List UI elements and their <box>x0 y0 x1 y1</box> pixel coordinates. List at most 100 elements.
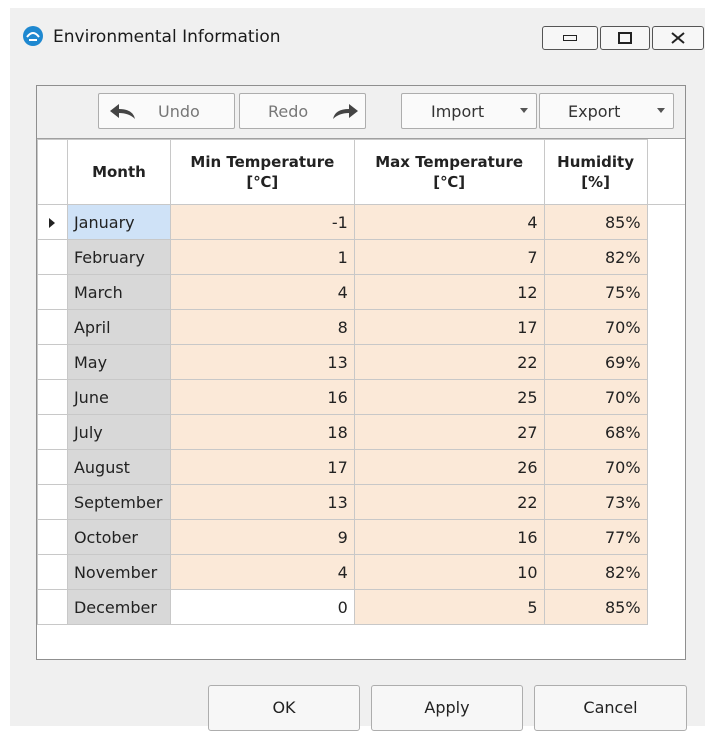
max-temperature-cell[interactable]: 27 <box>353 414 545 450</box>
max-temperature-column-header[interactable]: Max Temperature [℃] <box>353 139 545 205</box>
max-header-line1: Max Temperature <box>375 153 524 171</box>
min-temperature-cell[interactable]: 17 <box>169 449 355 485</box>
month-cell[interactable]: September <box>66 484 171 520</box>
humidity-cell[interactable]: 82% <box>543 239 648 275</box>
month-cell[interactable]: February <box>66 239 171 275</box>
month-cell[interactable]: November <box>66 554 171 590</box>
ok-button[interactable]: OK <box>208 685 360 731</box>
table-row[interactable]: May 13 22 69% <box>37 344 686 380</box>
min-temperature-cell[interactable]: 4 <box>169 554 355 590</box>
humidity-cell[interactable]: 85% <box>543 204 648 240</box>
min-temperature-cell[interactable]: 16 <box>169 379 355 415</box>
row-pointer-icon <box>49 218 55 228</box>
humidity-cell[interactable]: 70% <box>543 379 648 415</box>
humidity-cell[interactable]: 82% <box>543 554 648 590</box>
row-selector[interactable] <box>37 274 68 310</box>
month-cell[interactable]: May <box>66 344 171 380</box>
row-selector[interactable] <box>37 204 68 240</box>
min-temperature-cell[interactable]: 18 <box>169 414 355 450</box>
dropdown-arrow-icon <box>657 108 665 113</box>
apply-button[interactable]: Apply <box>371 685 523 731</box>
month-cell[interactable]: April <box>66 309 171 345</box>
humidity-cell[interactable]: 70% <box>543 449 648 485</box>
undo-arrow-icon <box>110 104 135 119</box>
month-cell[interactable]: August <box>66 449 171 485</box>
row-selector[interactable] <box>37 554 68 590</box>
max-temperature-cell[interactable]: 4 <box>353 204 545 240</box>
min-temperature-cell[interactable]: -1 <box>169 204 355 240</box>
month-cell[interactable]: June <box>66 379 171 415</box>
humidity-cell[interactable]: 85% <box>543 589 648 625</box>
row-selector[interactable] <box>37 484 68 520</box>
max-temperature-cell[interactable]: 17 <box>353 309 545 345</box>
export-label: Export <box>568 102 621 121</box>
import-dropdown[interactable]: Import <box>401 93 537 129</box>
min-temperature-cell[interactable]: 9 <box>169 519 355 555</box>
max-temperature-cell[interactable]: 7 <box>353 239 545 275</box>
max-temperature-cell[interactable]: 22 <box>353 344 545 380</box>
min-temperature-column-header[interactable]: Min Temperature [℃] <box>169 139 355 205</box>
max-temperature-cell[interactable]: 10 <box>353 554 545 590</box>
table-row[interactable]: November 4 10 82% <box>37 554 686 590</box>
humidity-cell[interactable]: 77% <box>543 519 648 555</box>
min-temperature-cell[interactable]: 13 <box>169 484 355 520</box>
window-title: Environmental Information <box>53 27 281 47</box>
row-selector[interactable] <box>37 414 68 450</box>
month-column-header[interactable]: Month <box>66 139 171 205</box>
min-temperature-cell[interactable]: 4 <box>169 274 355 310</box>
humidity-cell[interactable]: 73% <box>543 484 648 520</box>
month-header-label: Month <box>92 163 146 181</box>
row-selector[interactable] <box>37 344 68 380</box>
data-table: Month Min Temperature [℃] Max Temperature… <box>37 139 685 625</box>
max-temperature-cell[interactable]: 5 <box>353 589 545 625</box>
table-row[interactable]: June 16 25 70% <box>37 379 686 415</box>
table-row[interactable]: October 9 16 77% <box>37 519 686 555</box>
month-cell[interactable]: March <box>66 274 171 310</box>
row-selector[interactable] <box>37 449 68 485</box>
undo-button[interactable]: Undo <box>98 93 235 129</box>
app-icon <box>22 25 44 47</box>
humidity-cell[interactable]: 75% <box>543 274 648 310</box>
maximize-button[interactable] <box>600 26 650 50</box>
month-cell[interactable]: December <box>66 589 171 625</box>
row-selector[interactable] <box>37 309 68 345</box>
max-temperature-cell[interactable]: 25 <box>353 379 545 415</box>
close-button[interactable] <box>652 26 704 50</box>
import-label: Import <box>431 102 485 121</box>
min-header-unit: [℃] <box>246 173 279 191</box>
table-row[interactable]: September 13 22 73% <box>37 484 686 520</box>
min-temperature-cell[interactable]: 8 <box>169 309 355 345</box>
table-row[interactable]: January -1 4 85% <box>37 204 686 240</box>
table-row[interactable]: March 4 12 75% <box>37 274 686 310</box>
max-temperature-cell[interactable]: 12 <box>353 274 545 310</box>
month-cell[interactable]: October <box>66 519 171 555</box>
minimize-button[interactable] <box>542 26 598 50</box>
humidity-cell[interactable]: 70% <box>543 309 648 345</box>
month-cell[interactable]: July <box>66 414 171 450</box>
redo-button[interactable]: Redo <box>239 93 366 129</box>
table-row[interactable]: December 0 5 85% <box>37 589 686 625</box>
min-temperature-cell[interactable]: 0 <box>169 589 355 625</box>
row-selector[interactable] <box>37 379 68 415</box>
cancel-button[interactable]: Cancel <box>534 685 687 731</box>
table-row[interactable]: April 8 17 70% <box>37 309 686 345</box>
table-row[interactable]: August 17 26 70% <box>37 449 686 485</box>
table-row[interactable]: February 1 7 82% <box>37 239 686 275</box>
export-dropdown[interactable]: Export <box>539 93 674 129</box>
row-selector[interactable] <box>37 589 68 625</box>
row-selector[interactable] <box>37 239 68 275</box>
max-temperature-cell[interactable]: 22 <box>353 484 545 520</box>
environment-data-grid: Month Min Temperature [℃] Max Temperature… <box>37 138 685 659</box>
table-row[interactable]: July 18 27 68% <box>37 414 686 450</box>
row-selector[interactable] <box>37 519 68 555</box>
humidity-cell[interactable]: 68% <box>543 414 648 450</box>
humidity-column-header[interactable]: Humidity [%] <box>543 139 648 205</box>
month-cell[interactable]: January <box>66 204 171 240</box>
max-temperature-cell[interactable]: 26 <box>353 449 545 485</box>
max-temperature-cell[interactable]: 16 <box>353 519 545 555</box>
title-bar: Environmental Information <box>10 8 705 50</box>
humidity-cell[interactable]: 69% <box>543 344 648 380</box>
table-header-row: Month Min Temperature [℃] Max Temperature… <box>37 139 685 205</box>
min-temperature-cell[interactable]: 1 <box>169 239 355 275</box>
min-temperature-cell[interactable]: 13 <box>169 344 355 380</box>
